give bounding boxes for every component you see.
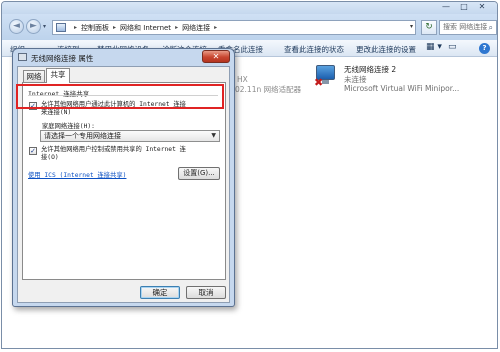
breadcrumb-network-connections[interactable]: 网络连接 xyxy=(182,23,210,33)
view-status-button[interactable]: 查看此连接的状态 xyxy=(284,44,344,55)
search-input[interactable]: 搜索 网络连接 ⌕ xyxy=(439,20,497,35)
recent-pages-dropdown[interactable]: ▾ xyxy=(43,23,46,30)
window-controls: — □ ✕ xyxy=(437,2,491,13)
settings-button[interactable]: 设置(G)... xyxy=(178,167,220,180)
minimize-button[interactable]: — xyxy=(437,2,455,13)
address-dropdown-icon[interactable]: ▾ xyxy=(410,23,413,30)
help-icon[interactable]: ? xyxy=(479,43,490,54)
search-placeholder: 搜索 网络连接 xyxy=(443,23,488,31)
breadcrumb-control-panel[interactable]: 控制面板 xyxy=(81,23,109,33)
home-network-value: 请选择一个专用网络连接 xyxy=(44,132,121,140)
home-network-label: 家庭网络连接(H): xyxy=(42,123,95,130)
dialog-title: 无线网络连接 属性 xyxy=(31,54,94,63)
wireless-connection-device: 02.11n 网络适配器 xyxy=(235,85,302,94)
close-icon[interactable]: ✕ xyxy=(202,50,230,63)
annotation-highlight-box xyxy=(16,84,224,109)
allow-control-label-cont[interactable]: 接(O) xyxy=(41,154,59,162)
ok-button[interactable]: 确定 xyxy=(140,286,180,299)
breadcrumb-separator-icon[interactable]: ▸ xyxy=(74,24,77,31)
preview-pane-icon[interactable]: ▭ xyxy=(448,42,457,52)
connection-device: Microsoft Virtual WiFi Minipor... xyxy=(344,84,460,93)
search-icon[interactable]: ⌕ xyxy=(489,21,493,34)
refresh-button[interactable]: ↻ xyxy=(421,20,437,35)
forward-button[interactable]: ► xyxy=(26,19,41,34)
network-adapter-icon[interactable]: ✖ xyxy=(314,65,338,89)
close-window-button[interactable]: ✕ xyxy=(473,2,491,13)
control-panel-icon xyxy=(56,23,66,32)
network-icon xyxy=(18,53,27,61)
tab-network[interactable]: 网络 xyxy=(23,70,45,82)
breadcrumb-separator-icon[interactable]: ▸ xyxy=(113,24,116,31)
ics-help-link[interactable]: 使用 ICS (Internet 连接共享) xyxy=(28,170,126,179)
dropdown-arrow-icon[interactable]: ▼ xyxy=(211,131,216,141)
change-settings-button[interactable]: 更改此连接的设置 xyxy=(356,44,416,55)
address-row: ◄ ► ▾ ▸ 控制面板 ▸ 网络和 Internet ▸ 网络连接 ▸ ▾ ↻… xyxy=(2,14,497,40)
sharing-panel: Internet 连接共享 ✓ 允许其他网络用户通过此计算机的 Internet… xyxy=(22,82,226,280)
allow-control-checkbox[interactable]: ✓ xyxy=(29,147,37,155)
tab-sharing[interactable]: 共享 xyxy=(46,68,70,83)
breadcrumb-separator-icon[interactable]: ▸ xyxy=(175,24,178,31)
allow-control-label[interactable]: 允许其他网络用户控制或禁用共享的 Internet 连 xyxy=(41,146,186,154)
cancel-button[interactable]: 取消 xyxy=(186,286,226,299)
wireless-connection-name[interactable]: HX xyxy=(237,75,248,84)
allow-connect-label-cont[interactable]: 来连接(N) xyxy=(41,109,71,117)
view-options-icon[interactable]: ▦ ▾ xyxy=(426,42,442,52)
breadcrumb-network-internet[interactable]: 网络和 Internet xyxy=(120,23,171,33)
breadcrumb-separator-icon[interactable]: ▸ xyxy=(214,24,217,31)
home-network-dropdown[interactable]: 请选择一个专用网络连接 ▼ xyxy=(40,130,220,142)
disconnected-x-icon: ✖ xyxy=(314,76,324,89)
maximize-button[interactable]: □ xyxy=(455,2,473,13)
dialog-title-bar[interactable]: 无线网络连接 属性 ✕ xyxy=(13,49,234,65)
title-bar: — □ ✕ xyxy=(2,2,497,14)
address-bar[interactable]: ▸ 控制面板 ▸ 网络和 Internet ▸ 网络连接 ▸ ▾ xyxy=(52,20,416,35)
back-button[interactable]: ◄ xyxy=(9,19,24,34)
